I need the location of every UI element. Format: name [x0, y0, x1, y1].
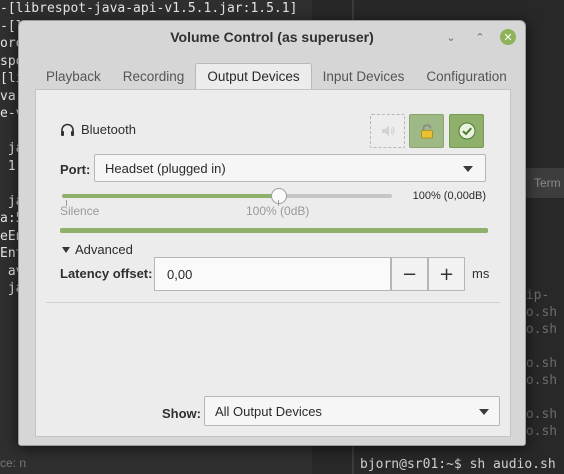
terminal-status: ce: n — [0, 455, 27, 470]
volume-slider[interactable] — [62, 188, 392, 204]
peak-level-fill — [60, 228, 488, 233]
mute-toggle[interactable] — [370, 114, 405, 148]
latency-unit: ms — [472, 266, 490, 281]
advanced-label: Advanced — [75, 242, 133, 257]
tab-configuration[interactable]: Configuration — [415, 65, 517, 89]
tab-input-devices[interactable]: Input Devices — [312, 65, 416, 89]
port-value: Headset (plugged in) — [105, 160, 226, 176]
latency-offset-input[interactable]: 0,00 — [154, 257, 391, 291]
port-label: Port: — [60, 162, 91, 177]
terminal-prompt: bjorn@sr01:~$ sh audio.sh — [360, 457, 556, 472]
minimize-button[interactable]: ⌄ — [443, 29, 459, 45]
device-separator — [46, 302, 500, 303]
close-button[interactable]: ✕ — [500, 29, 516, 45]
maximize-button[interactable]: ⌃ — [472, 29, 488, 45]
latency-decrement-button[interactable]: − — [391, 257, 428, 291]
window-title: Volume Control (as superuser) — [170, 29, 374, 45]
volume-slider-fill — [62, 194, 278, 198]
output-devices-panel: Bluetooth Port: Headset (plugged in) 100… — [35, 89, 511, 437]
tab-playback[interactable]: Playback — [35, 65, 112, 89]
headphones-icon — [61, 123, 74, 136]
peak-level-meter — [60, 228, 488, 233]
show-value: All Output Devices — [215, 403, 322, 419]
device-name: Bluetooth — [81, 122, 136, 137]
latency-offset-label: Latency offset: — [60, 266, 153, 281]
show-dropdown[interactable]: All Output Devices — [204, 396, 500, 426]
volume-readout: 100% (0,00dB) — [412, 190, 486, 202]
advanced-expander[interactable]: Advanced — [62, 242, 133, 257]
terminal-tab[interactable]: Term — [520, 168, 564, 198]
device-header: Bluetooth — [60, 122, 136, 137]
speaker-icon — [381, 126, 395, 136]
chevron-down-icon — [479, 409, 489, 415]
base-volume-mark-label: 100% (0dB) — [246, 204, 310, 218]
show-label: Show: — [162, 406, 201, 421]
set-default-toggle[interactable] — [449, 114, 484, 148]
expander-arrow-icon — [62, 246, 70, 253]
tab-output-devices[interactable]: Output Devices — [195, 63, 312, 90]
port-dropdown[interactable]: Headset (plugged in) — [94, 154, 486, 182]
terminal-line: -[librespot-java-api-v1.5.1.jar:1.5.1] — [0, 1, 298, 16]
tab-bar: Playback Recording Output Devices Input … — [35, 63, 518, 90]
chevron-down-icon — [463, 166, 473, 172]
silence-mark-label: Silence — [60, 204, 100, 218]
latency-increment-button[interactable]: + — [428, 257, 465, 291]
check-icon — [458, 122, 475, 140]
tab-recording[interactable]: Recording — [112, 65, 196, 89]
volume-control-window: Volume Control (as superuser) ⌄ ⌃ ✕ Play… — [18, 20, 526, 446]
lock-channels-toggle[interactable] — [409, 114, 444, 148]
lock-icon — [420, 124, 433, 139]
volume-slider-handle[interactable] — [270, 188, 287, 204]
latency-offset-value: 0,00 — [167, 266, 193, 282]
